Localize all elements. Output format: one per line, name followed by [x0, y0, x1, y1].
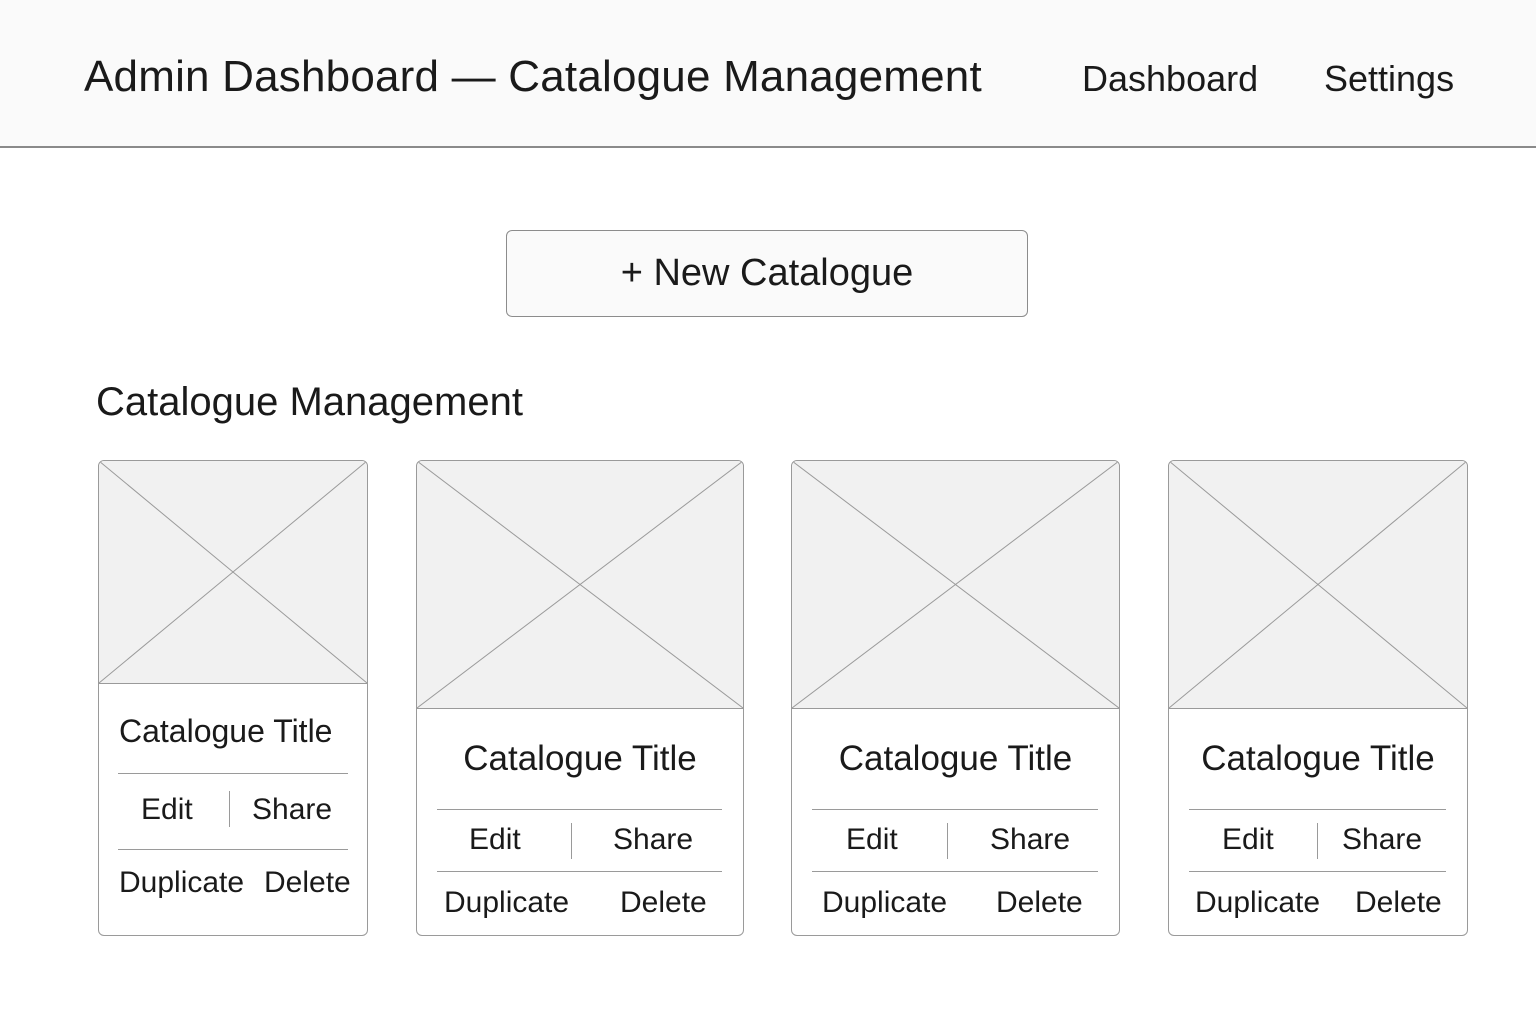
divider [1189, 809, 1446, 810]
catalogue-title[interactable]: Catalogue Title [417, 739, 743, 779]
image-placeholder-icon [99, 461, 367, 684]
duplicate-button[interactable]: Duplicate [822, 886, 947, 920]
catalogue-title[interactable]: Catalogue Title [792, 739, 1119, 779]
new-catalogue-button[interactable]: + New Catalogue [506, 230, 1028, 317]
divider [118, 773, 348, 774]
image-placeholder-icon [1169, 461, 1467, 709]
divider [1189, 871, 1446, 872]
edit-button[interactable]: Edit [846, 823, 898, 857]
divider [437, 871, 722, 872]
nav-link-settings[interactable]: Settings [1324, 58, 1454, 100]
divider [229, 791, 230, 827]
nav-link-dashboard[interactable]: Dashboard [1082, 58, 1258, 100]
catalogue-card: Catalogue Title Edit Share Duplicate Del… [791, 460, 1120, 936]
catalogue-card: Catalogue Title Edit Share Duplicate Del… [98, 460, 368, 936]
edit-button[interactable]: Edit [141, 793, 193, 827]
catalogue-card: Catalogue Title Edit Share Duplicate Del… [1168, 460, 1468, 936]
section-title: Catalogue Management [96, 380, 523, 424]
page-title: Admin Dashboard — Catalogue Management [84, 52, 982, 101]
divider [812, 871, 1098, 872]
catalogue-title[interactable]: Catalogue Title [119, 713, 367, 750]
delete-button[interactable]: Delete [996, 886, 1083, 920]
duplicate-button[interactable]: Duplicate [1195, 886, 1320, 920]
divider [571, 823, 572, 859]
divider [118, 849, 348, 850]
image-placeholder-icon [417, 461, 743, 709]
edit-button[interactable]: Edit [1222, 823, 1274, 857]
share-button[interactable]: Share [990, 823, 1070, 857]
top-bar: Admin Dashboard — Catalogue Management D… [0, 0, 1536, 148]
divider [812, 809, 1098, 810]
delete-button[interactable]: Delete [264, 866, 351, 900]
edit-button[interactable]: Edit [469, 823, 521, 857]
duplicate-button[interactable]: Duplicate [119, 866, 244, 900]
catalogue-card: Catalogue Title Edit Share Duplicate Del… [416, 460, 744, 936]
image-placeholder-icon [792, 461, 1119, 709]
share-button[interactable]: Share [1342, 823, 1422, 857]
divider [1317, 823, 1318, 859]
duplicate-button[interactable]: Duplicate [444, 886, 569, 920]
catalogue-title[interactable]: Catalogue Title [1169, 739, 1467, 779]
share-button[interactable]: Share [252, 793, 332, 827]
divider [437, 809, 722, 810]
delete-button[interactable]: Delete [620, 886, 707, 920]
share-button[interactable]: Share [613, 823, 693, 857]
divider [947, 823, 948, 859]
delete-button[interactable]: Delete [1355, 886, 1442, 920]
